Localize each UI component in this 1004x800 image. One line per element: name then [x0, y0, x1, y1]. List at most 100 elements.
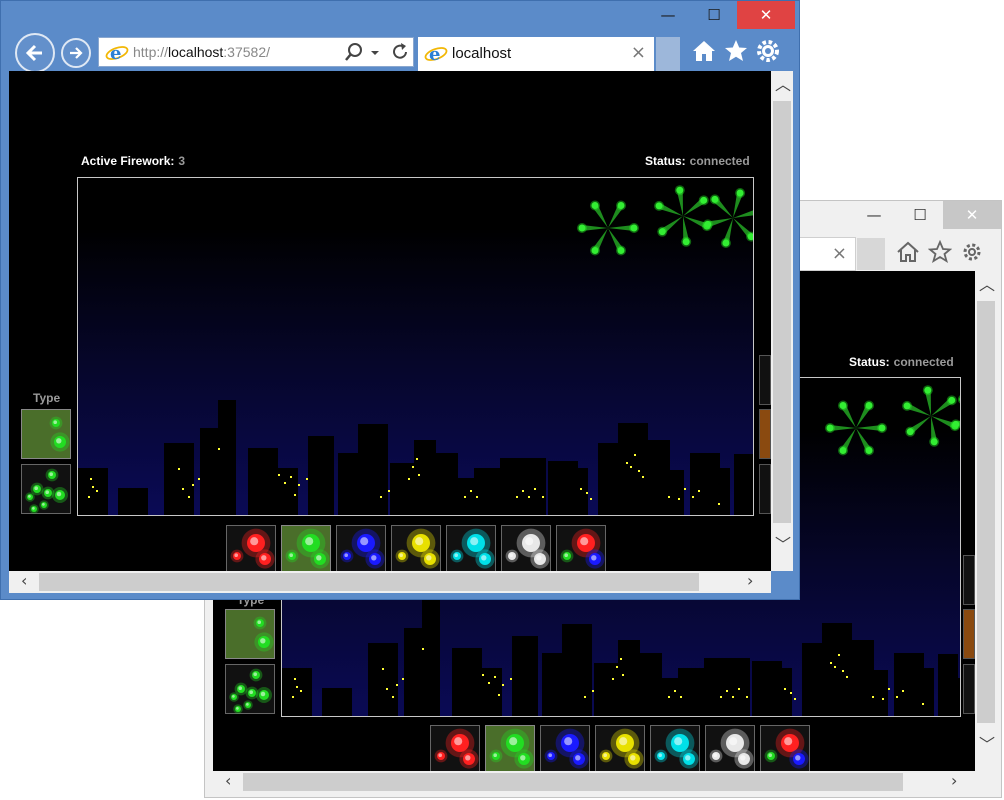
side-tile[interactable] [963, 609, 975, 659]
forward-button[interactable] [61, 38, 91, 68]
new-tab-button[interactable] [656, 37, 680, 71]
home-icon[interactable] [691, 38, 717, 64]
firework-canvas[interactable] [77, 177, 754, 516]
scroll-right-icon[interactable]: › [747, 573, 753, 589]
color-tile-cyan[interactable] [446, 525, 496, 571]
horizontal-scrollbar[interactable]: ‹ › [9, 571, 771, 593]
scroll-thumb[interactable] [39, 573, 699, 591]
firework-orb [49, 416, 63, 430]
dropdown-chevron-icon[interactable] [369, 41, 381, 63]
vertical-scrollbar[interactable]: ︿ ﹀ [771, 71, 793, 571]
browser-window-main[interactable]: — ☐ ✕ e http://localhost:37582/ e localh… [0, 0, 800, 600]
scroll-up-icon[interactable]: ︿ [775, 77, 791, 93]
back-button[interactable] [15, 33, 55, 73]
refresh-icon[interactable] [389, 41, 411, 63]
firework-orb-medium [420, 549, 440, 569]
firework-orb [45, 468, 59, 482]
window-light [626, 462, 628, 464]
maximize-button[interactable]: ☐ [691, 1, 737, 29]
settings-gear-icon[interactable] [959, 239, 985, 265]
building [848, 640, 874, 716]
window-light [616, 666, 618, 668]
tab-close-button[interactable]: × [832, 243, 847, 264]
color-tile-red[interactable] [226, 525, 276, 571]
side-tile[interactable] [759, 409, 771, 459]
color-tile-white[interactable] [501, 525, 551, 571]
firework-orb [254, 632, 274, 652]
color-tile-mixed[interactable] [760, 725, 810, 775]
window-light [684, 488, 686, 490]
window-light [580, 488, 582, 490]
building [570, 468, 588, 515]
scroll-down-icon[interactable]: ﹀ [775, 537, 791, 553]
window-light [516, 496, 518, 498]
firework-burst [825, 400, 887, 456]
color-tile-yellow[interactable] [595, 725, 645, 775]
type-tile-burst[interactable] [225, 609, 275, 659]
type-tile-cluster[interactable] [225, 664, 275, 714]
scroll-thumb[interactable] [773, 101, 791, 523]
firework-orb-small [230, 549, 244, 563]
window-light [392, 696, 394, 698]
building [644, 440, 670, 515]
window-light [668, 496, 670, 498]
home-icon[interactable] [895, 239, 921, 265]
color-tile-green[interactable] [281, 525, 331, 571]
color-tile-cyan[interactable] [650, 725, 700, 775]
window-light [922, 703, 924, 705]
building [118, 488, 148, 515]
type-tile-burst[interactable] [21, 409, 71, 459]
scroll-right-icon[interactable]: › [951, 773, 957, 789]
scroll-left-icon[interactable]: ‹ [21, 573, 27, 589]
address-url[interactable]: http://localhost:37582/ [133, 44, 270, 60]
favorites-star-icon[interactable] [723, 38, 749, 64]
scroll-thumb[interactable] [977, 301, 995, 723]
side-tile[interactable] [963, 555, 975, 605]
side-tile[interactable] [759, 355, 771, 405]
window-light [584, 696, 586, 698]
settings-gear-icon[interactable] [755, 38, 781, 64]
color-tile-blue[interactable] [336, 525, 386, 571]
tab-close-button[interactable]: × [631, 42, 646, 63]
close-window-button[interactable]: ✕ [943, 201, 1001, 229]
firework-orb-medium [514, 749, 534, 769]
side-tile[interactable] [759, 464, 771, 514]
minimize-button[interactable]: — [851, 201, 897, 229]
close-window-button[interactable]: ✕ [737, 1, 795, 29]
window-light [402, 678, 404, 680]
status-label: Status: [645, 154, 686, 168]
building [512, 636, 538, 716]
scroll-down-icon[interactable]: ﹀ [979, 737, 995, 753]
window-light [498, 694, 500, 696]
window-light [612, 678, 614, 680]
new-tab-button[interactable] [857, 238, 885, 270]
caption-buttons: — ☐ ✕ [645, 1, 795, 31]
color-tile-mixed[interactable] [556, 525, 606, 571]
color-tile-yellow[interactable] [391, 525, 441, 571]
building [704, 658, 750, 716]
maximize-button[interactable]: ☐ [897, 201, 943, 229]
color-tile-white[interactable] [705, 725, 755, 775]
color-tile-blue[interactable] [540, 725, 590, 775]
scroll-left-icon[interactable]: ‹ [225, 773, 231, 789]
horizontal-scrollbar[interactable]: ‹ › [213, 771, 975, 793]
type-tile-cluster[interactable] [21, 464, 71, 514]
color-tile-red[interactable] [430, 725, 480, 775]
minimize-button[interactable]: — [645, 1, 691, 29]
window-light [692, 496, 694, 498]
firework-burst [577, 200, 639, 256]
color-tile-green[interactable] [485, 725, 535, 775]
url-protocol: http:// [133, 44, 169, 60]
firework-burst [654, 185, 712, 247]
window-light [542, 496, 544, 498]
tab-localhost[interactable]: e localhost × [418, 37, 654, 71]
vertical-scrollbar[interactable]: ︿ ﹀ [975, 271, 997, 771]
search-icon[interactable] [343, 41, 365, 63]
firework-orb-medium [585, 549, 605, 569]
address-bar[interactable]: e http://localhost:37582/ [98, 37, 414, 67]
scroll-thumb[interactable] [243, 773, 903, 791]
favorites-star-icon[interactable] [927, 239, 953, 265]
building [278, 468, 298, 515]
scroll-up-icon[interactable]: ︿ [979, 277, 995, 293]
side-tile[interactable] [963, 664, 975, 714]
